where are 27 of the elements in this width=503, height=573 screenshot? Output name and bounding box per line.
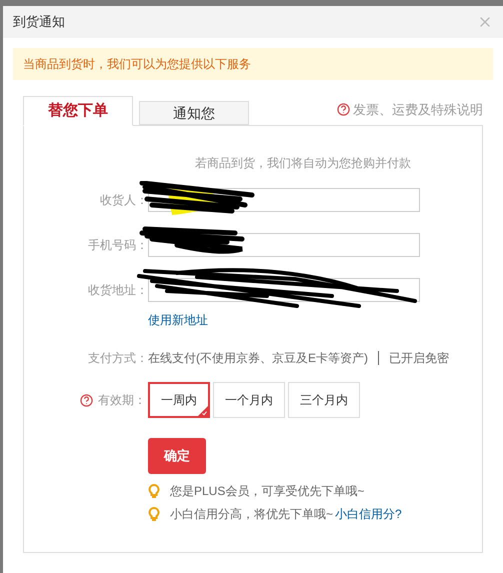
payment-method: 在线支付(不使用京券、京豆及E卡等资产) <box>148 350 368 367</box>
lightbulb-icon <box>148 506 160 522</box>
payment-label: 支付方式： <box>87 350 148 367</box>
input-field[interactable] <box>148 278 420 302</box>
window-title: 到货通知 <box>13 13 65 32</box>
notice-bar: 当商品到货时，我们可以为您提供以下服务 <box>13 48 493 80</box>
help-icon <box>337 102 350 116</box>
confirm-button[interactable]: 确定 <box>148 438 206 474</box>
credit-score-link[interactable]: 小白信用分? <box>335 505 402 523</box>
input-field[interactable] <box>148 233 420 257</box>
password-free-status: 已开启免密 <box>389 350 449 367</box>
new-address-link[interactable]: 使用新地址 <box>148 311 208 329</box>
field-label: 收货地址： <box>87 282 148 299</box>
field-label: 收货人： <box>99 192 148 209</box>
validity-label: 有效期： <box>98 392 146 409</box>
tab[interactable]: 替您下单 <box>23 96 133 126</box>
help-icon <box>80 394 93 406</box>
validity-option[interactable]: 一周内 <box>148 382 210 418</box>
check-corner-icon <box>198 406 208 416</box>
tip-text: 小白信用分高，将优先下单哦~ <box>170 506 334 523</box>
validity-option[interactable]: 一个月内 <box>213 382 285 418</box>
tab[interactable]: 通知您 <box>139 101 249 125</box>
tip-text: 您是PLUS会员，可享受优先下单哦~ <box>170 483 364 500</box>
lightbulb-icon <box>148 484 160 498</box>
validity-option[interactable]: 三个月内 <box>288 382 360 418</box>
field-label: 手机号码： <box>87 237 148 254</box>
intro-text: 若商品到货，我们将自动为您抢购并付款 <box>194 155 412 172</box>
